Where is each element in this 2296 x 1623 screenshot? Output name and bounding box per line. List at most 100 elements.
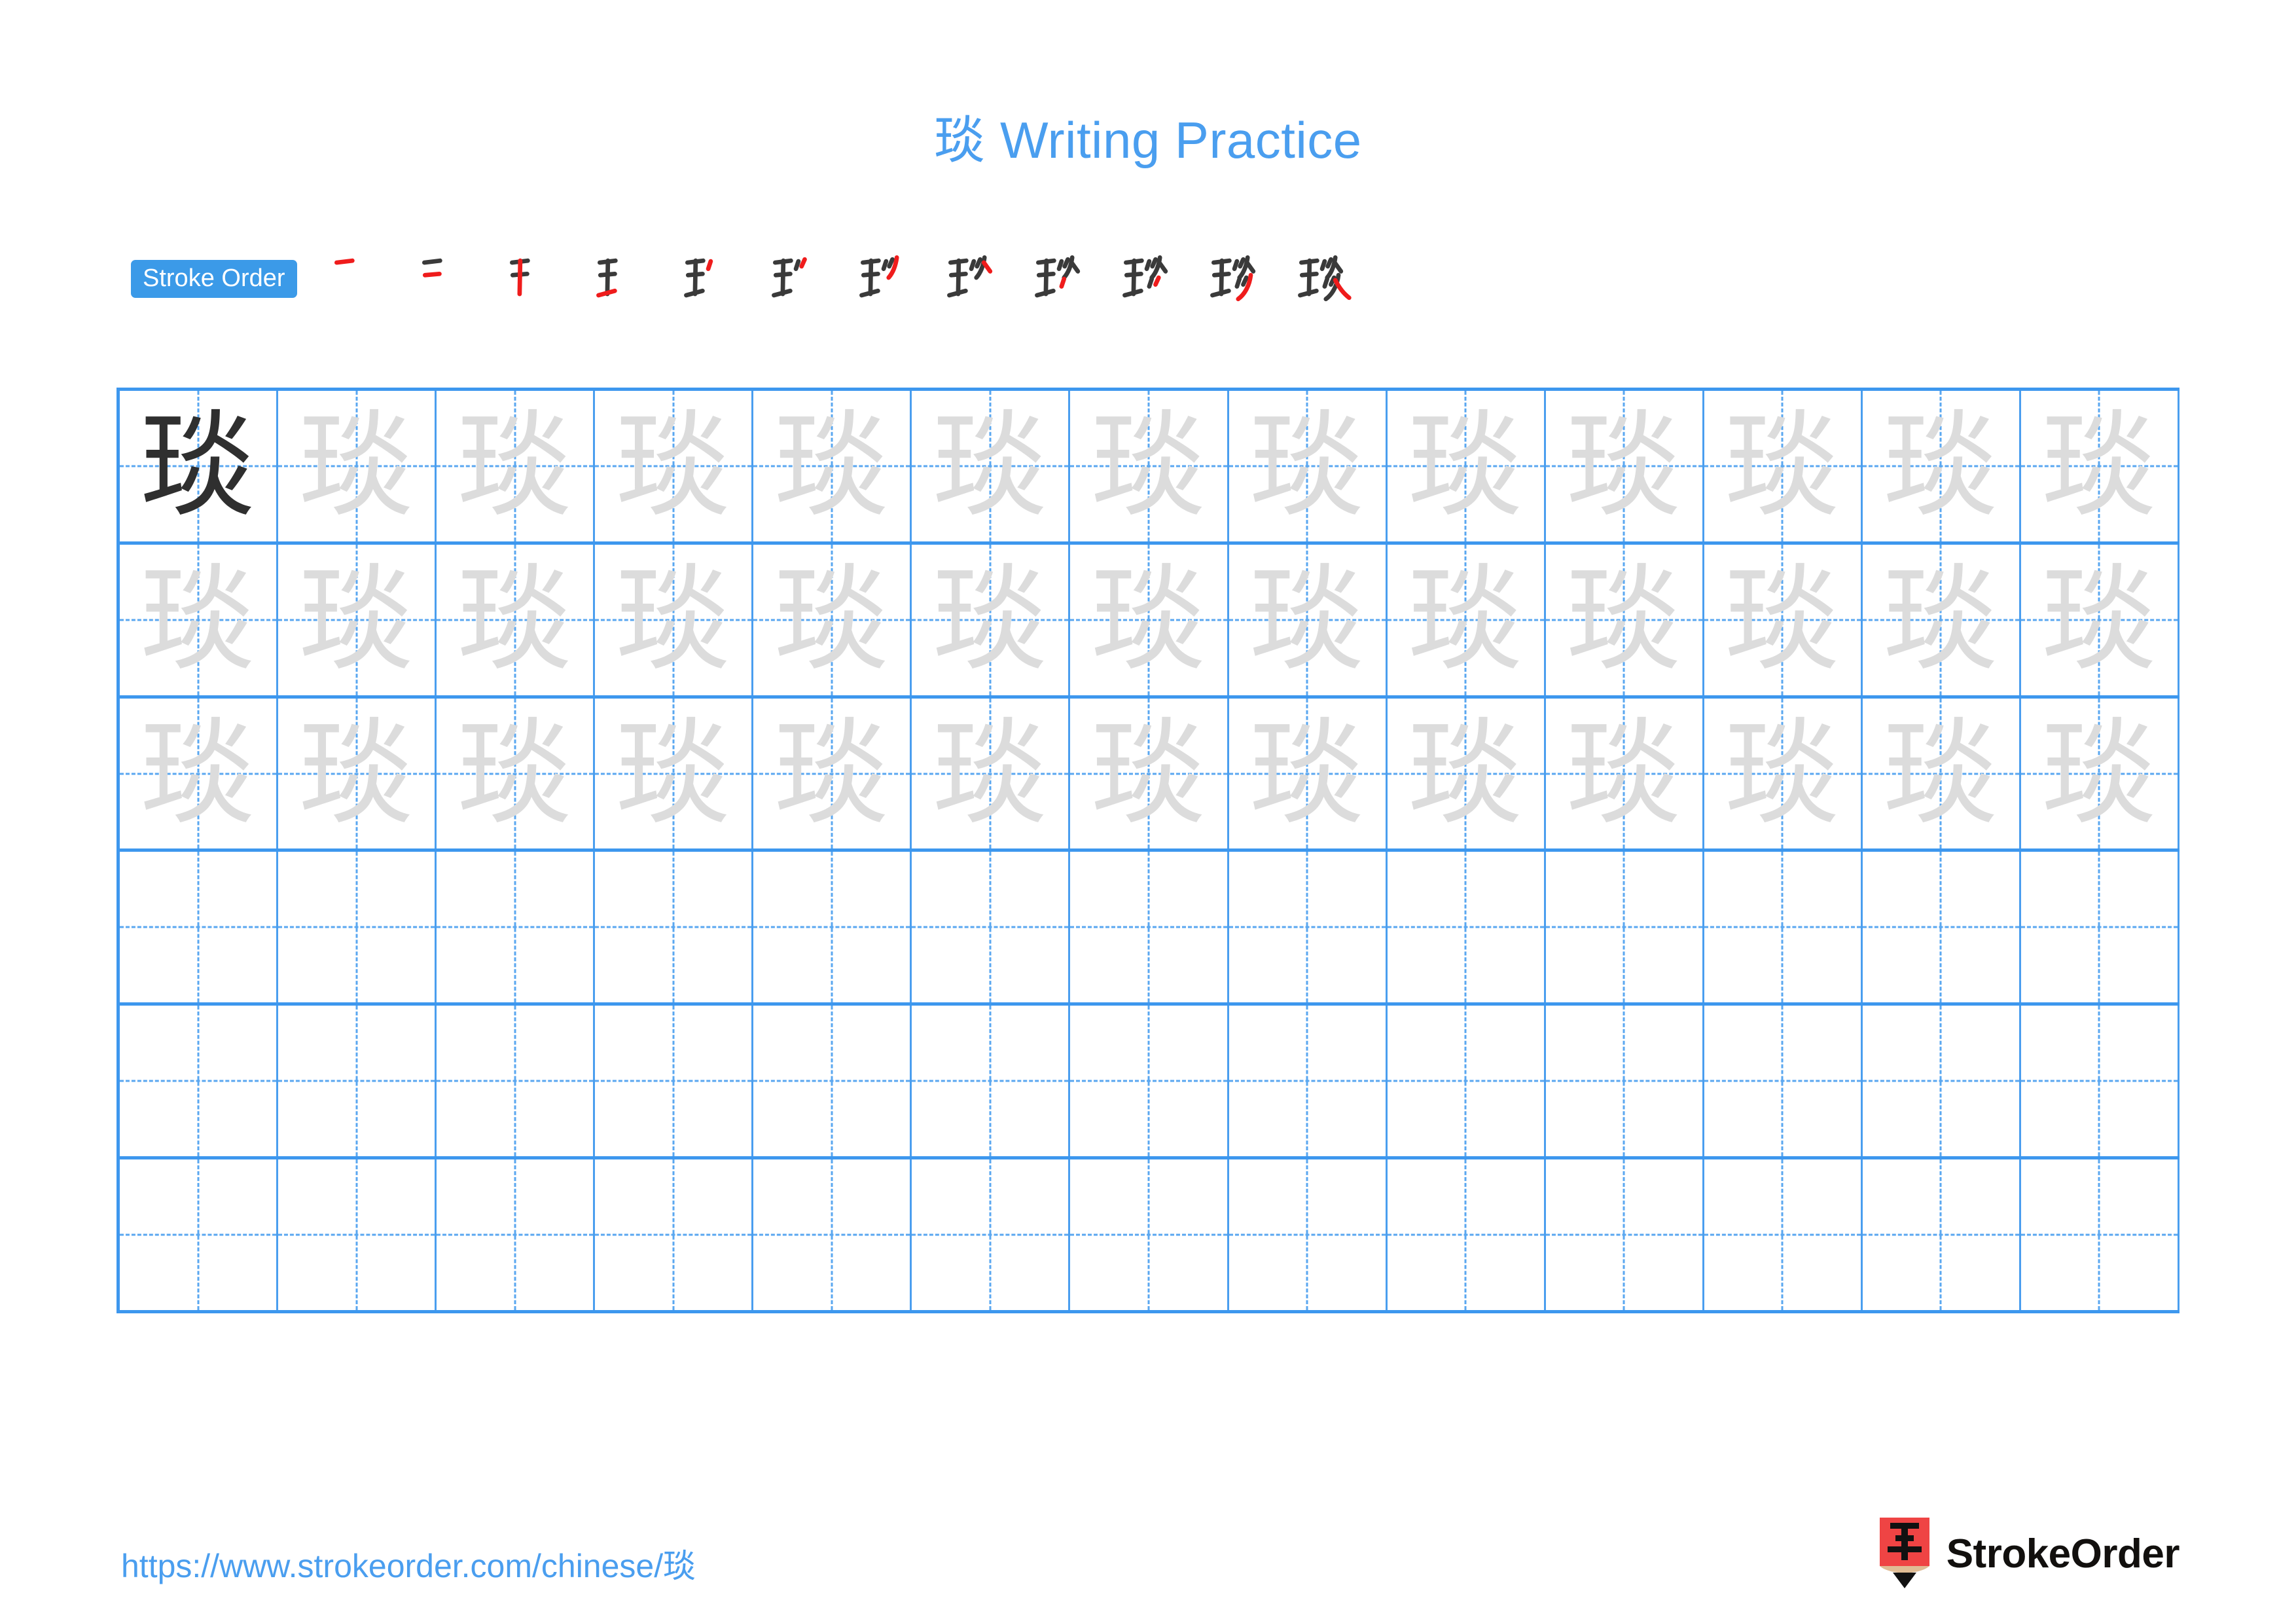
grid-cell-r5c4[interactable] xyxy=(595,1006,754,1157)
grid-cell-r1c2[interactable]: 琰 xyxy=(278,391,437,541)
grid-cell-r3c9[interactable]: 琰 xyxy=(1388,698,1546,849)
grid-cell-r6c9[interactable] xyxy=(1388,1159,1546,1310)
trace-character: 琰 xyxy=(774,706,889,841)
grid-cell-r4c10[interactable] xyxy=(1546,852,1704,1003)
grid-cell-r2c1[interactable]: 琰 xyxy=(120,544,279,695)
grid-cell-r3c2[interactable]: 琰 xyxy=(278,698,437,849)
stroke-step-4 xyxy=(577,247,665,310)
grid-cell-r4c13[interactable] xyxy=(2021,852,2180,1003)
grid-cell-r5c8[interactable] xyxy=(1229,1006,1388,1157)
grid-cell-r3c10[interactable]: 琰 xyxy=(1546,698,1704,849)
grid-cell-r5c3[interactable] xyxy=(437,1006,596,1157)
grid-cell-r5c10[interactable] xyxy=(1546,1006,1704,1157)
grid-cell-r6c6[interactable] xyxy=(912,1159,1071,1310)
grid-cell-r3c1[interactable]: 琰 xyxy=(120,698,279,849)
trace-character: 琰 xyxy=(615,706,731,841)
grid-cell-r3c3[interactable]: 琰 xyxy=(437,698,596,849)
grid-cell-r6c2[interactable] xyxy=(278,1159,437,1310)
grid-cell-r2c8[interactable]: 琰 xyxy=(1229,544,1388,695)
trace-character: 琰 xyxy=(140,706,256,841)
grid-cell-r5c6[interactable] xyxy=(912,1006,1071,1157)
grid-cell-r2c6[interactable]: 琰 xyxy=(912,544,1071,695)
stroke-order-badge: Stroke Order xyxy=(131,260,297,298)
grid-cell-r3c13[interactable]: 琰 xyxy=(2021,698,2180,849)
grid-cell-r4c3[interactable] xyxy=(437,852,596,1003)
trace-character: 琰 xyxy=(298,552,414,687)
grid-cell-r4c11[interactable] xyxy=(1704,852,1863,1003)
grid-cell-r4c7[interactable] xyxy=(1070,852,1229,1003)
grid-cell-r1c5[interactable]: 琰 xyxy=(753,391,912,541)
stroke-step-list xyxy=(314,247,1367,310)
grid-cell-r3c6[interactable]: 琰 xyxy=(912,698,1071,849)
grid-cell-r6c7[interactable] xyxy=(1070,1159,1229,1310)
grid-cell-r2c3[interactable]: 琰 xyxy=(437,544,596,695)
stroke-order-section: Stroke Order xyxy=(131,247,1367,310)
grid-cell-r6c5[interactable] xyxy=(753,1159,912,1310)
grid-cell-r4c9[interactable] xyxy=(1388,852,1546,1003)
grid-cell-r3c8[interactable]: 琰 xyxy=(1229,698,1388,849)
grid-cell-r1c6[interactable]: 琰 xyxy=(912,391,1071,541)
grid-cell-r1c4[interactable]: 琰 xyxy=(595,391,754,541)
grid-cell-r6c4[interactable] xyxy=(595,1159,754,1310)
grid-cell-r3c5[interactable]: 琰 xyxy=(753,698,912,849)
grid-cell-r2c10[interactable]: 琰 xyxy=(1546,544,1704,695)
grid-cell-r5c13[interactable] xyxy=(2021,1006,2180,1157)
trace-character: 琰 xyxy=(1566,706,1682,841)
grid-cell-r4c6[interactable] xyxy=(912,852,1071,1003)
grid-cell-r3c4[interactable]: 琰 xyxy=(595,698,754,849)
grid-cell-r1c13[interactable]: 琰 xyxy=(2021,391,2180,541)
grid-cell-r1c8[interactable]: 琰 xyxy=(1229,391,1388,541)
grid-cell-r2c12[interactable]: 琰 xyxy=(1863,544,2021,695)
grid-cell-r2c7[interactable]: 琰 xyxy=(1070,544,1229,695)
grid-cell-r2c13[interactable]: 琰 xyxy=(2021,544,2180,695)
grid-cell-r1c7[interactable]: 琰 xyxy=(1070,391,1229,541)
grid-cell-r2c2[interactable]: 琰 xyxy=(278,544,437,695)
grid-cell-r3c7[interactable]: 琰 xyxy=(1070,698,1229,849)
grid-cell-r5c1[interactable] xyxy=(120,1006,279,1157)
grid-cell-r2c5[interactable]: 琰 xyxy=(753,544,912,695)
trace-character: 琰 xyxy=(1883,552,1999,687)
grid-cell-r1c1[interactable]: 琰 xyxy=(120,391,279,541)
stroke-step-5 xyxy=(665,247,753,310)
source-url[interactable]: https://www.strokeorder.com/chinese/琰 xyxy=(121,1540,696,1587)
grid-cell-r1c9[interactable]: 琰 xyxy=(1388,391,1546,541)
grid-cell-r1c11[interactable]: 琰 xyxy=(1704,391,1863,541)
grid-cell-r6c13[interactable] xyxy=(2021,1159,2180,1310)
grid-cell-r6c3[interactable] xyxy=(437,1159,596,1310)
trace-character: 琰 xyxy=(2041,398,2157,533)
grid-cell-r6c11[interactable] xyxy=(1704,1159,1863,1310)
grid-cell-r2c4[interactable]: 琰 xyxy=(595,544,754,695)
grid-row-4 xyxy=(120,852,2180,1006)
grid-cell-r4c8[interactable] xyxy=(1229,852,1388,1003)
grid-cell-r2c11[interactable]: 琰 xyxy=(1704,544,1863,695)
trace-character: 琰 xyxy=(1883,398,1999,533)
grid-cell-r4c2[interactable] xyxy=(278,852,437,1003)
grid-cell-r6c12[interactable] xyxy=(1863,1159,2021,1310)
grid-cell-r5c9[interactable] xyxy=(1388,1006,1546,1157)
grid-cell-r6c8[interactable] xyxy=(1229,1159,1388,1310)
grid-cell-r1c12[interactable]: 琰 xyxy=(1863,391,2021,541)
stroke-step-11 xyxy=(1191,247,1279,310)
grid-cell-r4c5[interactable] xyxy=(753,852,912,1003)
trace-character: 琰 xyxy=(1408,398,1524,533)
trace-character: 琰 xyxy=(1249,398,1365,533)
trace-character: 琰 xyxy=(932,706,1048,841)
grid-cell-r4c12[interactable] xyxy=(1863,852,2021,1003)
grid-cell-r6c10[interactable] xyxy=(1546,1159,1704,1310)
grid-cell-r1c10[interactable]: 琰 xyxy=(1546,391,1704,541)
grid-cell-r4c1[interactable] xyxy=(120,852,279,1003)
grid-cell-r5c5[interactable] xyxy=(753,1006,912,1157)
trace-character: 琰 xyxy=(1725,552,1840,687)
grid-cell-r3c11[interactable]: 琰 xyxy=(1704,698,1863,849)
grid-cell-r5c2[interactable] xyxy=(278,1006,437,1157)
trace-character: 琰 xyxy=(1566,398,1682,533)
grid-cell-r1c3[interactable]: 琰 xyxy=(437,391,596,541)
grid-cell-r5c12[interactable] xyxy=(1863,1006,2021,1157)
grid-cell-r4c4[interactable] xyxy=(595,852,754,1003)
grid-cell-r5c7[interactable] xyxy=(1070,1006,1229,1157)
trace-character: 琰 xyxy=(932,552,1048,687)
grid-cell-r2c9[interactable]: 琰 xyxy=(1388,544,1546,695)
grid-cell-r3c12[interactable]: 琰 xyxy=(1863,698,2021,849)
grid-cell-r6c1[interactable] xyxy=(120,1159,279,1310)
grid-cell-r5c11[interactable] xyxy=(1704,1006,1863,1157)
